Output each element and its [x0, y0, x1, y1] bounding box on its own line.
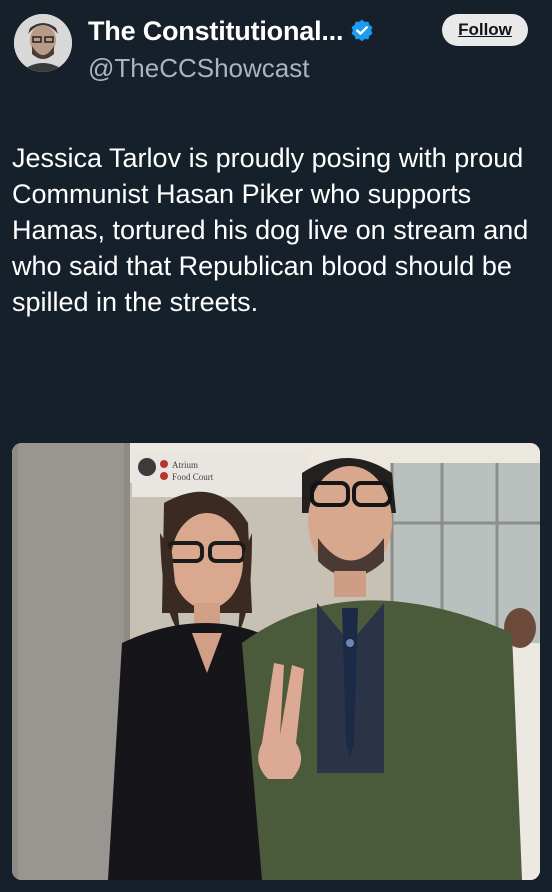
verified-badge-icon [349, 18, 375, 44]
author-handle[interactable]: @TheCCShowcast [88, 53, 309, 84]
display-name[interactable]: The Constitutional... [88, 16, 343, 47]
avatar-image [14, 14, 72, 72]
avatar[interactable] [14, 14, 72, 72]
follow-button[interactable]: Follow [442, 14, 528, 46]
tweet-photo[interactable]: Atrium Food Court [12, 443, 540, 880]
tweet-header: The Constitutional... @TheCCShowcast Fol… [0, 0, 552, 100]
sign-line-1: Atrium [172, 460, 198, 470]
tweet-text: Jessica Tarlov is proudly posing with pr… [12, 143, 529, 317]
sign-line-2: Food Court [172, 472, 214, 482]
author-name-row: The Constitutional... [88, 14, 375, 48]
